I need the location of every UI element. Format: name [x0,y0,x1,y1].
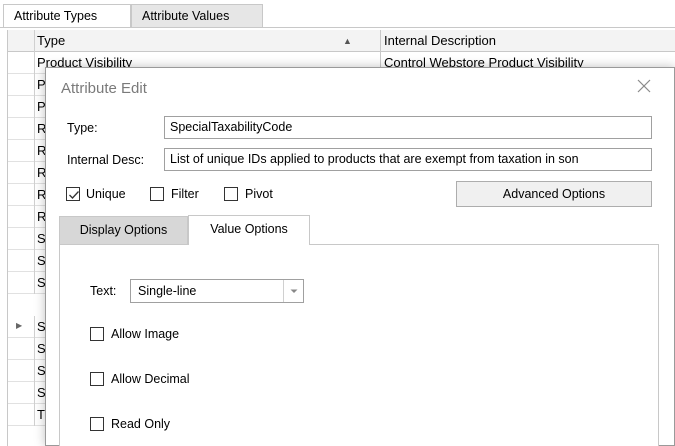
checkmark-icon [69,191,79,199]
attribute-edit-dialog: Attribute Edit Type: SpecialTaxabilityCo… [45,67,675,446]
pivot-checkbox[interactable] [224,187,238,201]
allow-decimal-label: Allow Decimal [111,372,190,386]
grid-header: Type ▲ Internal Description [8,30,675,52]
unique-label: Unique [86,187,126,201]
text-mode-value: Single-line [138,284,197,298]
tab-attribute-values[interactable]: Attribute Values [131,4,263,28]
top-tab-bar: Attribute Types Attribute Values [0,0,675,28]
read-only-checkbox[interactable] [90,417,104,431]
column-header-description[interactable]: Internal Description [380,30,675,52]
filter-checkbox[interactable] [150,187,164,201]
current-row-arrow-icon: ▶ [16,321,23,330]
pivot-label: Pivot [245,187,273,201]
dialog-title: Attribute Edit [61,80,147,97]
allow-image-label: Allow Image [111,327,180,341]
advanced-options-button[interactable]: Advanced Options [456,181,652,207]
allow-decimal-checkbox[interactable] [90,372,104,386]
internal-desc-label: Internal Desc: [67,153,145,167]
unique-checkbox[interactable] [66,187,80,201]
app-window: Attribute Types Attribute Values Type ▲ … [0,0,675,446]
tab-divider [0,27,675,28]
internal-desc-input[interactable]: List of unique IDs applied to products t… [164,148,652,171]
column-header-type[interactable]: Type [34,30,380,52]
chevron-down-icon [283,280,303,302]
allow-image-checkbox[interactable] [90,327,104,341]
filter-label: Filter [171,187,199,201]
sort-up-icon: ▲ [343,36,352,46]
type-input[interactable]: SpecialTaxabilityCode [164,116,652,139]
type-label: Type: [67,121,98,135]
tab-value-options[interactable]: Value Options [188,215,310,245]
close-icon[interactable] [634,76,654,96]
tab-attribute-types[interactable]: Attribute Types [3,4,131,28]
text-label: Text: [90,284,117,298]
text-mode-select[interactable]: Single-line [130,279,304,303]
read-only-label: Read Only [111,417,171,431]
tab-display-options[interactable]: Display Options [59,216,188,244]
value-options-panel: Text: Single-line Allow Image Allow Deci… [59,244,659,446]
